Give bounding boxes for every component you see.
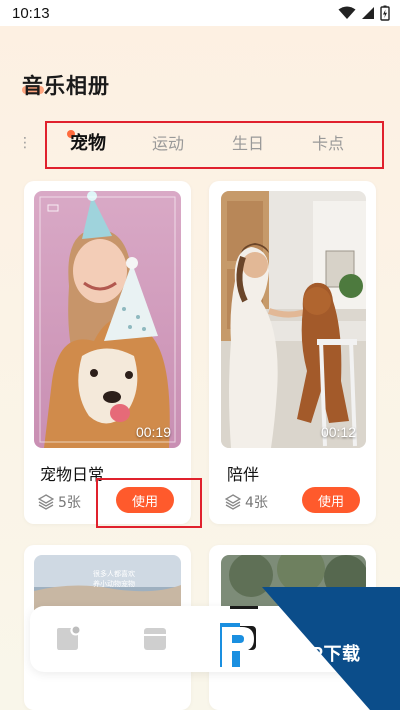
companion-preview-image xyxy=(221,191,366,448)
template-card-companion[interactable]: 00:12 陪伴 4张 使用 xyxy=(209,181,376,524)
template-title: 陪伴 xyxy=(227,465,260,484)
use-button-highlight-box xyxy=(96,478,202,528)
watermark-subtitle: PCPOP Download xyxy=(258,661,320,668)
video-duration: 00:12 xyxy=(320,424,356,440)
page-title: 音乐相册 xyxy=(22,74,110,98)
template-title: 宠物日常 xyxy=(40,465,105,484)
status-time: 10:13 xyxy=(12,4,50,22)
use-template-button[interactable]: 使用 xyxy=(302,487,360,513)
template-card-pet-daily[interactable]: 00:19 宠物日常 5张 使用 xyxy=(24,181,191,524)
tabs-highlight-box xyxy=(45,121,384,169)
wifi-icon xyxy=(338,6,356,19)
photo-count-label: 4张 xyxy=(245,495,268,511)
nav-item-home[interactable] xyxy=(54,626,80,652)
video-duration: 00:19 xyxy=(135,424,171,440)
template-thumbnail[interactable]: 00:12 xyxy=(221,191,366,448)
signal-icon xyxy=(362,7,374,19)
status-icons xyxy=(338,5,390,21)
photo-count: 4张 xyxy=(225,492,268,512)
layers-icon xyxy=(38,494,54,510)
pet-daily-preview-image xyxy=(34,191,181,448)
nav-item-templates[interactable] xyxy=(142,626,168,652)
template-thumbnail[interactable]: 00:19 xyxy=(34,191,181,448)
album-icon xyxy=(57,626,80,650)
layers-icon xyxy=(225,494,241,510)
preview-caption: 很多人都喜欢 养小动物宠物 xyxy=(93,570,135,588)
photo-count-label: 5张 xyxy=(58,495,81,511)
more-icon[interactable]: ⋮ xyxy=(18,135,32,151)
battery-icon xyxy=(380,5,390,21)
status-bar: 10:13 xyxy=(0,0,400,26)
box-icon xyxy=(144,628,166,650)
photo-count: 5张 xyxy=(38,492,81,512)
